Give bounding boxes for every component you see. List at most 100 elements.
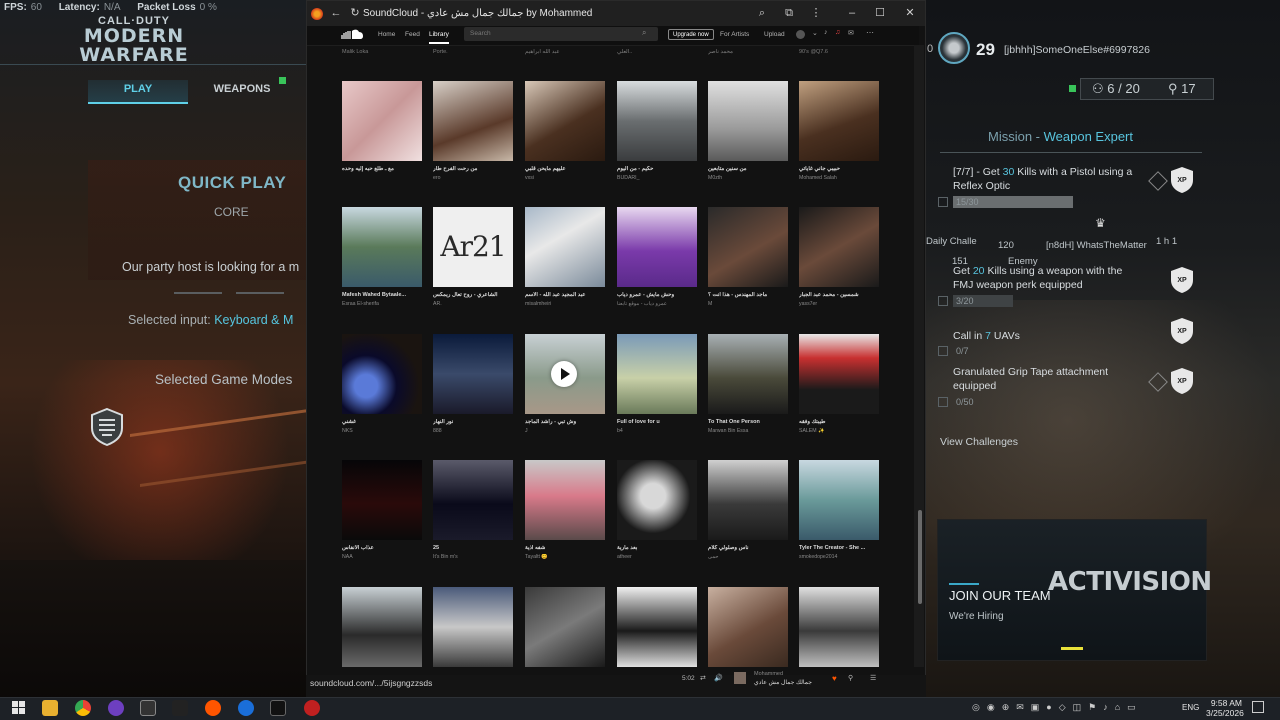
track-user[interactable]: M xyxy=(708,301,796,307)
track-title[interactable]: عذاب الأنفاس xyxy=(342,545,430,551)
track-user[interactable]: 888 xyxy=(433,428,521,434)
upload-link[interactable]: Upload xyxy=(764,31,785,38)
search-input[interactable]: Search xyxy=(464,27,658,41)
track-user[interactable]: atheer xyxy=(617,554,705,560)
track-artwork[interactable] xyxy=(617,587,697,667)
track-artwork[interactable] xyxy=(433,460,513,540)
track-user[interactable]: حمى xyxy=(708,554,796,560)
track-artwork[interactable] xyxy=(708,334,788,414)
track-title[interactable]: To That One Person xyxy=(708,419,796,425)
obs-icon[interactable] xyxy=(304,700,320,716)
track-title[interactable]: 25 xyxy=(433,545,521,551)
mail-icon[interactable]: ✉ xyxy=(848,29,854,37)
battlenet-icon[interactable] xyxy=(238,700,254,716)
track-title[interactable]: غشني xyxy=(342,419,430,425)
track-user[interactable]: SALEM ✨ xyxy=(799,428,887,434)
track-artwork[interactable] xyxy=(799,81,879,161)
track-title[interactable]: Full of love for u xyxy=(617,419,705,425)
back-icon[interactable]: ← xyxy=(329,7,343,20)
discord-icon[interactable] xyxy=(108,700,124,716)
track-artwork[interactable] xyxy=(525,81,605,161)
soundcloud-logo-icon[interactable] xyxy=(340,28,364,40)
challenge-checkbox[interactable] xyxy=(938,296,948,306)
track-user[interactable]: J xyxy=(525,428,613,434)
track-user[interactable]: Malik Loka xyxy=(342,49,430,55)
track-title[interactable]: الشاعري - روح تعال ريمكس xyxy=(433,292,521,298)
track-artwork[interactable] xyxy=(799,460,879,540)
track-title[interactable]: طيبتك وفقه xyxy=(799,419,887,425)
track-artwork[interactable] xyxy=(799,207,879,287)
track-artwork[interactable] xyxy=(525,460,605,540)
follow-icon[interactable]: ⚲ xyxy=(848,674,853,682)
track-artwork[interactable] xyxy=(342,207,422,287)
track-artwork[interactable] xyxy=(617,334,697,414)
clock[interactable]: 9:58 AM 3/25/2026 xyxy=(1206,698,1244,718)
track-artwork[interactable] xyxy=(799,587,879,667)
player-name[interactable]: [jbhhh]SomeOneElse#6997826 xyxy=(1004,44,1150,56)
track-artwork[interactable] xyxy=(342,81,422,161)
file-explorer-icon[interactable] xyxy=(42,700,58,716)
notifications-icon[interactable]: ♪ xyxy=(824,29,828,36)
track-user[interactable]: 90's @Q7.6 xyxy=(799,49,887,55)
track-title[interactable]: بعد مارية xyxy=(617,545,705,551)
menu-icon[interactable]: ⋮ xyxy=(809,7,823,20)
track-user[interactable]: NKS xyxy=(342,428,430,434)
for-artists-link[interactable]: For Artists xyxy=(720,31,749,38)
close-icon[interactable]: ✕ xyxy=(903,7,917,20)
game-launcher-icon[interactable] xyxy=(172,700,188,716)
track-artwork[interactable] xyxy=(342,460,422,540)
xbox-icon[interactable] xyxy=(140,700,156,716)
track-artwork[interactable] xyxy=(617,81,697,161)
track-title[interactable]: مع ـ طلع حبه إليه وحده xyxy=(342,166,430,172)
challenge-checkbox[interactable] xyxy=(938,346,948,356)
tab-weapons[interactable]: WEAPONS xyxy=(200,80,284,104)
system-tray-icons[interactable]: ◎◉⊕✉▣●◇◫⚑♪⌂▭ xyxy=(972,702,1172,714)
track-title[interactable]: ناس وصلولي كلام xyxy=(708,545,796,551)
notification-center-icon[interactable] xyxy=(1252,701,1264,713)
track-user[interactable]: It's Bin m's xyxy=(433,554,521,560)
mission-title[interactable]: Mission - Weapon Expert xyxy=(988,129,1133,144)
track-artwork[interactable] xyxy=(342,334,422,414)
track-user[interactable]: vxsi xyxy=(525,175,613,181)
track-title[interactable]: شفه اذية xyxy=(525,545,613,551)
track-title[interactable]: نور النهار xyxy=(433,419,521,425)
upgrade-button[interactable]: Upgrade now xyxy=(668,29,714,40)
track-title[interactable]: شمسين - محمد عبد الجبار xyxy=(799,292,887,298)
track-thumbnail[interactable] xyxy=(734,672,746,684)
track-title[interactable]: وحش مايش - عمرو دياب xyxy=(617,292,705,298)
track-title[interactable]: حكيم - من اليوم xyxy=(617,166,705,172)
player-artist[interactable]: Mohammed xyxy=(754,671,783,677)
track-user[interactable]: yass7er xyxy=(799,301,887,307)
track-artwork[interactable] xyxy=(708,81,788,161)
track-title[interactable]: ماجد المهندس - هذا انت ؟ xyxy=(708,292,796,298)
bell-icon[interactable]: ♫ xyxy=(835,29,840,36)
more-icon[interactable]: ⋯ xyxy=(866,28,874,37)
track-user[interactable]: b4 xyxy=(617,428,705,434)
queue-icon[interactable]: ☰ xyxy=(870,674,876,682)
track-title[interactable]: وش تبي - راشد الماجد xyxy=(525,419,613,425)
track-user[interactable]: ero xyxy=(433,175,521,181)
track-title[interactable]: عبد المجيد عبد الله - الاسم xyxy=(525,292,613,298)
zoom-icon[interactable]: ⌕ xyxy=(755,7,769,20)
track-artwork[interactable] xyxy=(617,207,697,287)
track-user[interactable]: Mohamed Salah xyxy=(799,175,887,181)
reload-icon[interactable]: ↻ xyxy=(348,7,362,20)
selected-game-modes[interactable]: Selected Game Modes xyxy=(155,372,292,387)
challenge-checkbox[interactable] xyxy=(938,197,948,207)
repeat-icon[interactable]: ⇄ xyxy=(700,674,706,682)
chevron-down-icon[interactable]: ⌄ xyxy=(812,29,818,37)
track-artwork[interactable] xyxy=(525,207,605,287)
track-artwork[interactable] xyxy=(708,207,788,287)
track-user[interactable]: عبد الله ابراهيم xyxy=(525,49,613,55)
nav-home[interactable]: Home xyxy=(378,31,395,38)
track-user[interactable]: smokedope2014 xyxy=(799,554,887,560)
track-user[interactable]: AR. xyxy=(433,301,521,307)
track-title[interactable]: Tyler The Creator - She ... xyxy=(799,545,887,551)
track-artwork[interactable] xyxy=(525,587,605,667)
avatar[interactable] xyxy=(796,30,805,39)
view-challenges-button[interactable]: View Challenges xyxy=(940,436,1018,448)
soundcloud-app-icon[interactable] xyxy=(205,700,221,716)
extensions-icon[interactable]: ⧉ xyxy=(782,7,796,20)
track-artwork[interactable] xyxy=(617,460,697,540)
scrollbar-thumb[interactable] xyxy=(918,510,922,604)
